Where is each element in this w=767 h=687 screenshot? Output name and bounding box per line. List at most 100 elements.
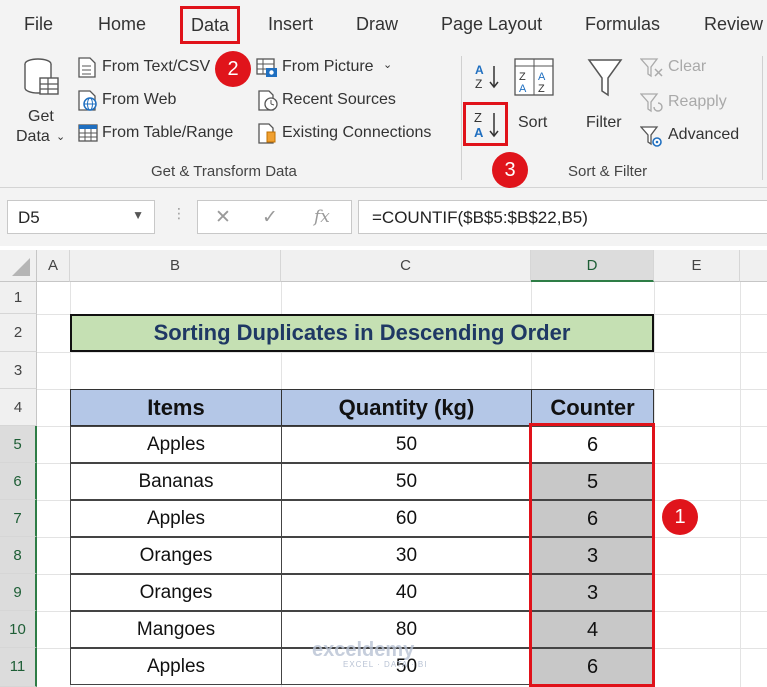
sort-a-to-z-icon: A Z (475, 63, 499, 91)
from-table-range-label: From Table/Range (102, 124, 234, 141)
header-counter[interactable]: Counter (531, 389, 654, 426)
tab-page-layout[interactable]: Page Layout (441, 14, 542, 35)
name-box-value: D5 (18, 208, 40, 227)
formula-input[interactable]: =COUNTIF($B$5:$B$22,B5) (358, 200, 767, 234)
tab-file[interactable]: File (24, 14, 53, 35)
row-header-7[interactable]: 7 (0, 500, 37, 537)
gridline (37, 352, 767, 353)
svg-text:A: A (519, 83, 527, 95)
tab-review[interactable]: Review (704, 14, 763, 35)
advanced-filter-icon (640, 126, 662, 147)
cell-quantity[interactable]: 50 (281, 463, 532, 500)
database-icon (24, 58, 59, 95)
row-header-9[interactable]: 9 (0, 574, 37, 611)
row-header-1[interactable]: 1 (0, 282, 37, 314)
ribbon-tab-bar: File Home Data Insert Draw Page Layout F… (0, 0, 767, 48)
cell-quantity[interactable]: 40 (281, 574, 532, 611)
from-web-button[interactable]: From Web (78, 89, 208, 113)
svg-text:Z: Z (519, 71, 526, 83)
cell-item[interactable]: Apples (70, 648, 282, 685)
row-header-2[interactable]: 2 (0, 314, 37, 352)
svg-text:Z: Z (538, 83, 545, 95)
group-divider (461, 56, 462, 180)
tab-insert[interactable]: Insert (268, 14, 313, 35)
group-divider (762, 56, 763, 180)
clear-filter-button: Clear (640, 56, 720, 80)
get-data-label-2: Data (16, 128, 50, 145)
column-header-f[interactable] (740, 250, 767, 282)
cancel-icon[interactable]: ✕ (215, 206, 231, 229)
filter-label: Filter (586, 114, 622, 131)
row-header-6[interactable]: 6 (0, 463, 37, 500)
sort-descending-button[interactable]: Z A (463, 102, 508, 146)
row-header-3[interactable]: 3 (0, 352, 37, 389)
filter-button[interactable]: Filter (582, 56, 632, 138)
insert-function-icon[interactable]: fx (314, 207, 330, 227)
column-header-d[interactable]: D (531, 250, 654, 282)
table-icon (78, 124, 98, 142)
column-header-c[interactable]: C (281, 250, 531, 282)
enter-check-icon[interactable]: ✓ (262, 206, 278, 229)
tab-draw[interactable]: Draw (356, 14, 398, 35)
chevron-down-icon: ⌄ (56, 131, 66, 143)
sheet-title-cell[interactable]: Sorting Duplicates in Descending Order (70, 314, 654, 352)
step-badge-2: 2 (215, 51, 251, 87)
sort-z-to-a-icon: Z A (474, 110, 499, 140)
reapply-button: Reapply (640, 91, 740, 115)
step-badge-3: 3 (492, 152, 528, 188)
clear-label: Clear (668, 58, 707, 75)
tab-formulas[interactable]: Formulas (585, 14, 660, 35)
cell-item[interactable]: Apples (70, 426, 282, 463)
watermark-logo: exceldemy (312, 639, 415, 661)
column-header-a[interactable]: A (37, 250, 70, 282)
funnel-icon (587, 59, 623, 97)
cell-item[interactable]: Oranges (70, 574, 282, 611)
web-page-icon (78, 90, 97, 111)
gridline (740, 282, 741, 687)
svg-text:A: A (475, 63, 484, 77)
cell-quantity[interactable]: 50 (281, 426, 532, 463)
select-all-corner[interactable] (0, 250, 37, 282)
advanced-filter-button[interactable]: Advanced (640, 124, 750, 148)
cell-item[interactable]: Apples (70, 500, 282, 537)
row-header-4[interactable]: 4 (0, 389, 37, 426)
existing-connections-button[interactable]: Existing Connections (256, 122, 446, 146)
sort-label: Sort (518, 114, 548, 131)
formula-buttons: ✕ ✓ fx (197, 200, 352, 234)
get-data-label-1: Get (28, 108, 54, 125)
header-quantity[interactable]: Quantity (kg) (281, 389, 532, 426)
from-web-label: From Web (102, 91, 177, 108)
step-badge-1: 1 (662, 499, 698, 535)
sort-dialog-icon: Z A A Z (514, 58, 554, 96)
tab-data[interactable]: Data (180, 6, 240, 44)
cell-item[interactable]: Bananas (70, 463, 282, 500)
sort-ascending-button[interactable]: A Z (472, 62, 502, 92)
row-header-11[interactable]: 11 (0, 648, 37, 687)
dropdown-arrow-icon[interactable]: ▼ (132, 208, 144, 222)
worksheet-grid[interactable]: A B C D E 1 2 3 4 5 6 7 8 9 10 11 Sortin… (0, 246, 767, 687)
row-header-5[interactable]: 5 (0, 426, 37, 463)
from-picture-button[interactable]: From Picture ⌄ (256, 56, 401, 80)
recent-sources-button[interactable]: Recent Sources (256, 89, 401, 113)
recent-sources-icon (258, 90, 278, 111)
column-header-e[interactable]: E (654, 250, 740, 282)
cell-quantity[interactable]: 60 (281, 500, 532, 537)
sort-button[interactable]: Z A A Z Sort (510, 56, 558, 138)
tab-home[interactable]: Home (98, 14, 146, 35)
svg-text:A: A (538, 71, 546, 83)
svg-text:A: A (474, 125, 484, 140)
from-table-range-button[interactable]: From Table/Range (78, 122, 248, 146)
cell-item[interactable]: Oranges (70, 537, 282, 574)
row-header-8[interactable]: 8 (0, 537, 37, 574)
watermark-tagline: EXCEL · DATA · BI (343, 660, 428, 669)
reapply-label: Reapply (668, 93, 727, 110)
column-header-b[interactable]: B (70, 250, 281, 282)
name-box[interactable]: D5 ▼ (7, 200, 155, 234)
cell-quantity[interactable]: 30 (281, 537, 532, 574)
get-data-button[interactable]: Get Data ⌄ (12, 56, 70, 148)
svg-text:Z: Z (474, 110, 482, 125)
header-items[interactable]: Items (70, 389, 282, 426)
reapply-icon (640, 93, 663, 113)
cell-item[interactable]: Mangoes (70, 611, 282, 648)
row-header-10[interactable]: 10 (0, 611, 37, 648)
